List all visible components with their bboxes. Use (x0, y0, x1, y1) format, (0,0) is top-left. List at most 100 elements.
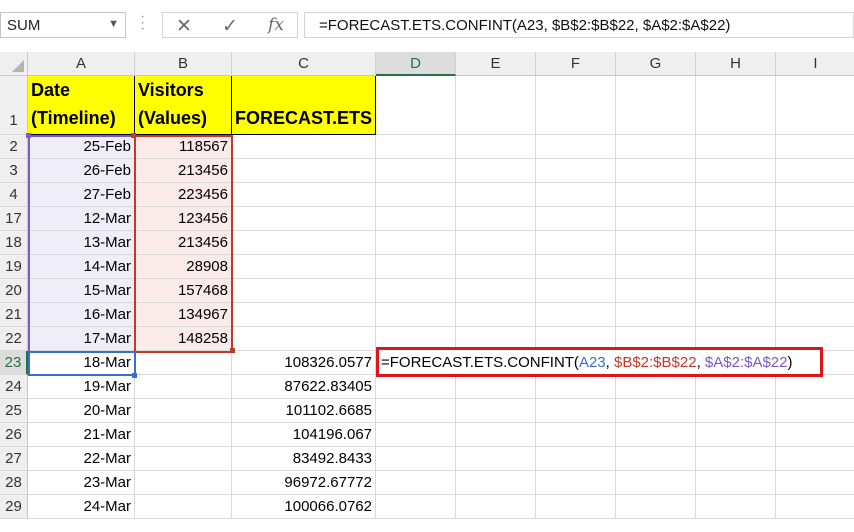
cell-G21[interactable] (616, 303, 696, 327)
insert-function-icon[interactable]: fx (261, 15, 291, 35)
cell-D18[interactable] (376, 231, 456, 255)
row-header-20[interactable]: 20 (0, 279, 28, 303)
cell-C26[interactable]: 104196.067 (232, 423, 376, 447)
cell-B21[interactable]: 134967 (135, 303, 232, 327)
cell-F29[interactable] (536, 495, 616, 519)
cell-D21[interactable] (376, 303, 456, 327)
cell-E21[interactable] (456, 303, 536, 327)
cell-D29[interactable] (376, 495, 456, 519)
cell-D28[interactable] (376, 471, 456, 495)
cell-E25[interactable] (456, 399, 536, 423)
cell-C20[interactable] (232, 279, 376, 303)
chevron-down-icon[interactable]: ▼ (108, 18, 119, 30)
cell-G24[interactable] (616, 375, 696, 399)
name-box[interactable]: SUM ▼ (0, 12, 126, 38)
cell-A18[interactable]: 13-Mar (28, 231, 135, 255)
cell-A25[interactable]: 20-Mar (28, 399, 135, 423)
cell-I24[interactable] (776, 375, 854, 399)
cell-D19[interactable] (376, 255, 456, 279)
enter-icon[interactable]: ✓ (215, 15, 245, 38)
row-header-18[interactable]: 18 (0, 231, 28, 255)
cell-B22[interactable]: 148258 (135, 327, 232, 351)
cell-C19[interactable] (232, 255, 376, 279)
cell-C28[interactable]: 96972.67772 (232, 471, 376, 495)
cell-A1[interactable]: Date (Timeline) (28, 76, 135, 135)
cancel-icon[interactable]: ✕ (169, 15, 199, 38)
cell-H28[interactable] (696, 471, 776, 495)
cell-F24[interactable] (536, 375, 616, 399)
cell-A19[interactable]: 14-Mar (28, 255, 135, 279)
column-header-A[interactable]: A (28, 52, 135, 76)
cell-B25[interactable] (135, 399, 232, 423)
row-header-25[interactable]: 25 (0, 399, 28, 423)
cell-I1[interactable] (776, 76, 854, 135)
cell-B17[interactable]: 123456 (135, 207, 232, 231)
cell-E28[interactable] (456, 471, 536, 495)
cell-C1[interactable]: FORECAST.ETS (232, 76, 376, 135)
cell-A26[interactable]: 21-Mar (28, 423, 135, 447)
row-header-1[interactable]: 1 (0, 76, 28, 135)
column-header-I[interactable]: I (776, 52, 854, 76)
cell-C29[interactable]: 100066.0762 (232, 495, 376, 519)
cell-F1[interactable] (536, 76, 616, 135)
range-handle-icon[interactable] (230, 348, 235, 353)
cell-G4[interactable] (616, 183, 696, 207)
cell-I28[interactable] (776, 471, 854, 495)
cell-A17[interactable]: 12-Mar (28, 207, 135, 231)
row-header-17[interactable]: 17 (0, 207, 28, 231)
cell-C23[interactable]: 108326.0577 (232, 351, 376, 375)
cell-E29[interactable] (456, 495, 536, 519)
cell-C22[interactable] (232, 327, 376, 351)
row-header-24[interactable]: 24 (0, 375, 28, 399)
cell-I27[interactable] (776, 447, 854, 471)
cell-E26[interactable] (456, 423, 536, 447)
cell-F25[interactable] (536, 399, 616, 423)
cell-I29[interactable] (776, 495, 854, 519)
cell-I19[interactable] (776, 255, 854, 279)
cell-B29[interactable] (135, 495, 232, 519)
cell-A4[interactable]: 27-Feb (28, 183, 135, 207)
cell-H20[interactable] (696, 279, 776, 303)
cell-E27[interactable] (456, 447, 536, 471)
cell-G3[interactable] (616, 159, 696, 183)
column-header-E[interactable]: E (456, 52, 536, 76)
cell-D17[interactable] (376, 207, 456, 231)
cell-B3[interactable]: 213456 (135, 159, 232, 183)
cell-F26[interactable] (536, 423, 616, 447)
cell-G29[interactable] (616, 495, 696, 519)
cell-F3[interactable] (536, 159, 616, 183)
cell-D26[interactable] (376, 423, 456, 447)
cell-E3[interactable] (456, 159, 536, 183)
cell-F19[interactable] (536, 255, 616, 279)
cell-D27[interactable] (376, 447, 456, 471)
cell-H2[interactable] (696, 135, 776, 159)
cell-H4[interactable] (696, 183, 776, 207)
cell-F17[interactable] (536, 207, 616, 231)
cell-G19[interactable] (616, 255, 696, 279)
cell-B18[interactable]: 213456 (135, 231, 232, 255)
cell-B2[interactable]: 118567 (135, 135, 232, 159)
cell-F21[interactable] (536, 303, 616, 327)
cell-C21[interactable] (232, 303, 376, 327)
row-header-27[interactable]: 27 (0, 447, 28, 471)
cell-B1[interactable]: Visitors (Values) (135, 76, 232, 135)
row-header-4[interactable]: 4 (0, 183, 28, 207)
row-header-22[interactable]: 22 (0, 327, 28, 351)
cell-D1[interactable] (376, 76, 456, 135)
cell-B26[interactable] (135, 423, 232, 447)
cell-D3[interactable] (376, 159, 456, 183)
cell-F20[interactable] (536, 279, 616, 303)
column-header-B[interactable]: B (135, 52, 232, 76)
cell-I18[interactable] (776, 231, 854, 255)
cell-D23-editor[interactable]: =FORECAST.ETS.CONFINT(A23, $B$2:$B$22, $… (376, 347, 823, 377)
cell-A24[interactable]: 19-Mar (28, 375, 135, 399)
cell-G2[interactable] (616, 135, 696, 159)
cell-A2[interactable]: 25-Feb (28, 135, 135, 159)
cell-F28[interactable] (536, 471, 616, 495)
select-all-button[interactable] (0, 52, 28, 76)
cell-F4[interactable] (536, 183, 616, 207)
range-handle-icon[interactable] (26, 133, 31, 138)
cell-G20[interactable] (616, 279, 696, 303)
cell-B19[interactable]: 28908 (135, 255, 232, 279)
cell-E19[interactable] (456, 255, 536, 279)
